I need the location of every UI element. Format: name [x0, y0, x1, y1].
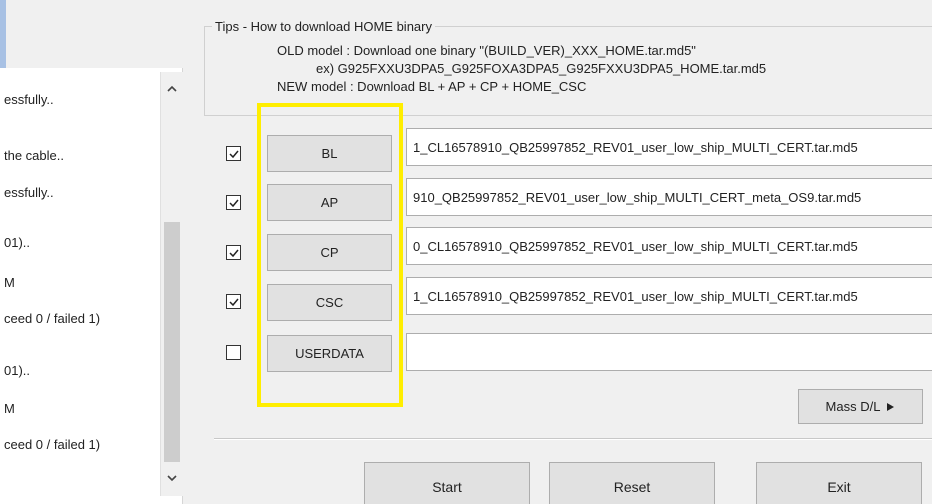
scroll-down-icon[interactable] — [161, 468, 183, 488]
play-triangle-icon — [887, 402, 895, 411]
log-line: essfully.. — [4, 92, 54, 107]
bl-checkbox[interactable] — [226, 146, 241, 161]
cp-checkbox[interactable] — [226, 245, 241, 260]
log-scrollbar[interactable] — [160, 72, 183, 496]
tip-new-model: NEW model : Download BL + AP + CP + HOME… — [277, 79, 587, 94]
log-line: 01).. — [4, 363, 31, 378]
log-line: ceed 0 / failed 1) — [4, 437, 101, 452]
csc-path-field[interactable]: 1_CL16578910_QB25997852_REV01_user_low_s… — [406, 277, 932, 315]
exit-button[interactable]: Exit — [756, 462, 922, 504]
ap-checkbox[interactable] — [226, 195, 241, 210]
highlight-box — [257, 103, 403, 407]
log-panel: essfully.. the cable.. essfully.. 01).. … — [0, 68, 183, 504]
reset-button[interactable]: Reset — [549, 462, 715, 504]
bl-path-field[interactable]: 1_CL16578910_QB25997852_REV01_user_low_s… — [406, 128, 932, 166]
tip-old-model: OLD model : Download one binary "(BUILD_… — [277, 43, 696, 58]
odin-window: essfully.. the cable.. essfully.. 01).. … — [0, 0, 932, 504]
cp-path-field[interactable]: 0_CL16578910_QB25997852_REV01_user_low_s… — [406, 227, 932, 265]
csc-checkbox[interactable] — [226, 294, 241, 309]
checkmark-icon — [228, 249, 239, 257]
userdata-checkbox[interactable] — [226, 345, 241, 360]
checkmark-icon — [228, 199, 239, 207]
log-line: ceed 0 / failed 1) — [4, 311, 101, 326]
ap-path-field[interactable]: 910_QB25997852_REV01_user_low_ship_MULTI… — [406, 178, 932, 216]
log-line: 01).. — [4, 235, 31, 250]
separator — [214, 438, 932, 440]
log-line: the cable.. — [4, 148, 64, 163]
userdata-path-field[interactable] — [406, 333, 932, 371]
log-line: M — [4, 401, 15, 416]
scroll-thumb[interactable] — [164, 222, 180, 462]
checkmark-icon — [228, 298, 239, 306]
log-line: essfully.. — [4, 185, 54, 200]
tip-example: ex) G925FXXU3DPA5_G925FOXA3DPA5_G925FXXU… — [316, 61, 767, 76]
checkmark-icon — [228, 150, 239, 158]
log-line: M — [4, 275, 15, 290]
scroll-up-icon[interactable] — [161, 78, 183, 98]
mass-dl-label: Mass D/L — [825, 399, 881, 414]
start-button[interactable]: Start — [364, 462, 530, 504]
mass-dl-button[interactable]: Mass D/L — [798, 389, 923, 424]
tips-title: Tips - How to download HOME binary — [212, 19, 435, 34]
